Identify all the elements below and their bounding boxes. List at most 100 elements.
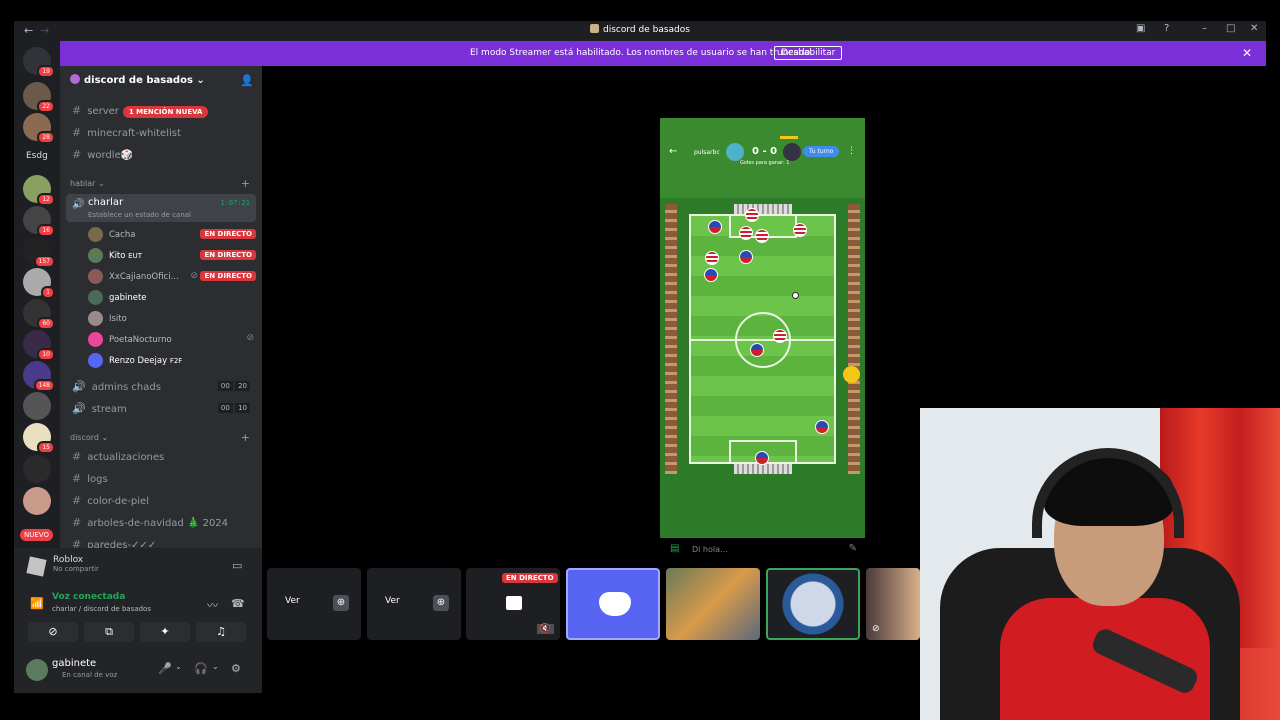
server-icon[interactable]: 15: [23, 423, 55, 454]
player-piece[interactable]: [745, 208, 759, 222]
channel-wordle[interactable]: # wordle🎲: [72, 148, 133, 161]
voice-connected-channel[interactable]: charlar / discord de basados: [52, 605, 151, 613]
maximize-icon[interactable]: □: [1226, 23, 1235, 34]
hash-icon: #: [72, 104, 82, 117]
stream-tile[interactable]: Ver ⊕: [367, 568, 461, 640]
category-discord[interactable]: discord ⌄: [70, 433, 108, 442]
channel-paredes[interactable]: # paredes-✓✓✓: [72, 538, 156, 548]
chevron-down-icon[interactable]: ⌄: [212, 662, 219, 671]
server-icon[interactable]: 148: [23, 361, 55, 392]
activity-status[interactable]: Roblox No compartir: [53, 555, 99, 573]
player-piece[interactable]: [755, 451, 769, 465]
goal-net-bottom: [734, 464, 792, 474]
more-options-icon[interactable]: ⋮: [847, 146, 856, 156]
server-icon[interactable]: [23, 487, 51, 515]
direct-messages-icon[interactable]: 19: [23, 47, 55, 78]
voice-user[interactable]: gabinete: [88, 290, 256, 306]
voice-user[interactable]: Isito: [88, 311, 256, 327]
headphones-icon[interactable]: 🎧: [194, 662, 208, 675]
server-icon[interactable]: [23, 392, 51, 420]
player-piece[interactable]: [739, 250, 753, 264]
microphone-icon[interactable]: 🎤: [158, 662, 172, 675]
server-icon[interactable]: 60: [23, 299, 55, 330]
add-channel-icon[interactable]: +: [241, 177, 250, 190]
back-arrow-icon[interactable]: ←: [669, 146, 677, 157]
channel-arboles-de-navidad[interactable]: # arboles-de-navidad 🎄 2024: [72, 516, 228, 529]
screen-share-button[interactable]: ⧉: [84, 622, 134, 642]
server-text-item[interactable]: Esdg: [26, 151, 48, 161]
camera-off-button[interactable]: ⊘: [28, 622, 78, 642]
add-channel-icon[interactable]: +: [241, 431, 250, 444]
guild-header[interactable]: discord de basados ⌄: [70, 74, 205, 86]
disconnect-icon[interactable]: ☎: [231, 597, 245, 610]
watch-icon[interactable]: ⊕: [333, 595, 349, 611]
stream-tile-discord[interactable]: [566, 568, 660, 640]
timer-bar: [780, 136, 798, 139]
player-piece[interactable]: [750, 343, 764, 357]
server-icon[interactable]: 12: [23, 175, 55, 206]
channel-minecraft-whitelist[interactable]: # minecraft-whitelist: [72, 126, 181, 139]
stream-tile[interactable]: [666, 568, 760, 640]
player-piece[interactable]: [773, 329, 787, 343]
stream-tile-speaking[interactable]: [766, 568, 860, 640]
screen-share-icon[interactable]: ▭: [232, 559, 242, 572]
category-hablar[interactable]: hablar ⌄: [70, 179, 105, 188]
server-icon[interactable]: 10: [23, 330, 55, 361]
player-piece[interactable]: [793, 223, 807, 237]
voice-channel-stream[interactable]: 🔊 stream: [72, 402, 127, 415]
minimize-icon[interactable]: –: [1202, 23, 1207, 34]
new-servers-pill[interactable]: NUEVO: [20, 529, 53, 541]
close-window-icon[interactable]: ✕: [1250, 23, 1258, 34]
speaker-muted-icon[interactable]: 🔇: [536, 624, 554, 634]
player-piece[interactable]: [708, 220, 722, 234]
muted-icon: ⊘: [246, 333, 254, 343]
noise-suppression-icon[interactable]: 〰: [207, 597, 218, 613]
voice-connected-title[interactable]: Voz conectada: [52, 592, 125, 602]
channel-color-de-piel[interactable]: # color-de-piel: [72, 494, 149, 507]
server-icon[interactable]: 1: [23, 268, 55, 299]
player-piece[interactable]: [705, 251, 719, 265]
inbox-icon[interactable]: ▣: [1136, 23, 1145, 34]
channel-status[interactable]: Establece un estado de canal: [88, 211, 191, 219]
help-icon[interactable]: ?: [1164, 23, 1169, 34]
voice-user[interactable]: Kito EUT EN DIRECTO: [88, 248, 256, 264]
server-icon[interactable]: 157: [23, 237, 55, 268]
server-icon[interactable]: 22: [23, 82, 55, 113]
stream-tile[interactable]: ⊘: [866, 568, 920, 640]
user-name[interactable]: gabinete: [52, 658, 96, 669]
avatar[interactable]: [26, 659, 48, 681]
invite-icon[interactable]: 👤: [240, 74, 254, 87]
view-button[interactable]: Ver: [385, 596, 400, 606]
game-chat-bar[interactable]: ▤ Di hola... ✎: [660, 540, 865, 560]
server-icon[interactable]: 28: [23, 113, 55, 144]
server-icon[interactable]: [23, 455, 51, 483]
emoji-icon[interactable]: [843, 366, 860, 383]
view-button[interactable]: Ver: [285, 596, 300, 606]
voice-user[interactable]: Cacha EN DIRECTO: [88, 227, 256, 243]
chevron-down-icon[interactable]: ⌄: [175, 662, 182, 671]
player-piece[interactable]: [755, 229, 769, 243]
voice-channel-admins-chads[interactable]: 🔊 admins chads: [72, 380, 161, 393]
edit-icon[interactable]: ✎: [849, 543, 857, 554]
watch-icon[interactable]: ⊕: [433, 595, 449, 611]
activities-button[interactable]: ✦: [140, 622, 190, 642]
voice-user[interactable]: PoetaNocturno ⊘: [88, 332, 256, 348]
server-icon[interactable]: 16: [23, 206, 55, 237]
player-piece[interactable]: [704, 268, 718, 282]
channel-server[interactable]: # server 1 MENCIÓN NUEVA: [72, 104, 209, 118]
close-icon[interactable]: ✕: [1242, 46, 1252, 60]
channel-logs[interactable]: # logs: [72, 472, 108, 485]
soundboard-button[interactable]: ♫: [196, 622, 246, 642]
voice-user[interactable]: Renzo Deejay F2F: [88, 353, 256, 369]
stream-tile[interactable]: Ver ⊕: [267, 568, 361, 640]
voice-channel-charlar[interactable]: 🔊 charlar Establece un estado de canal 1…: [66, 194, 256, 222]
channel-actualizaciones[interactable]: # actualizaciones: [72, 450, 164, 463]
player-piece[interactable]: [739, 226, 753, 240]
disable-streamer-button[interactable]: Deshabilitar: [774, 46, 843, 60]
settings-gear-icon[interactable]: ⚙: [231, 662, 241, 675]
voice-user[interactable]: XxCajianoOfici... ⊘ EN DIRECTO: [88, 269, 256, 285]
goals-to-win: Goles para ganar: 1: [740, 160, 790, 166]
avatar: [88, 311, 103, 326]
player-left-name: pulsarbc: [694, 149, 720, 156]
player-piece[interactable]: [815, 420, 829, 434]
